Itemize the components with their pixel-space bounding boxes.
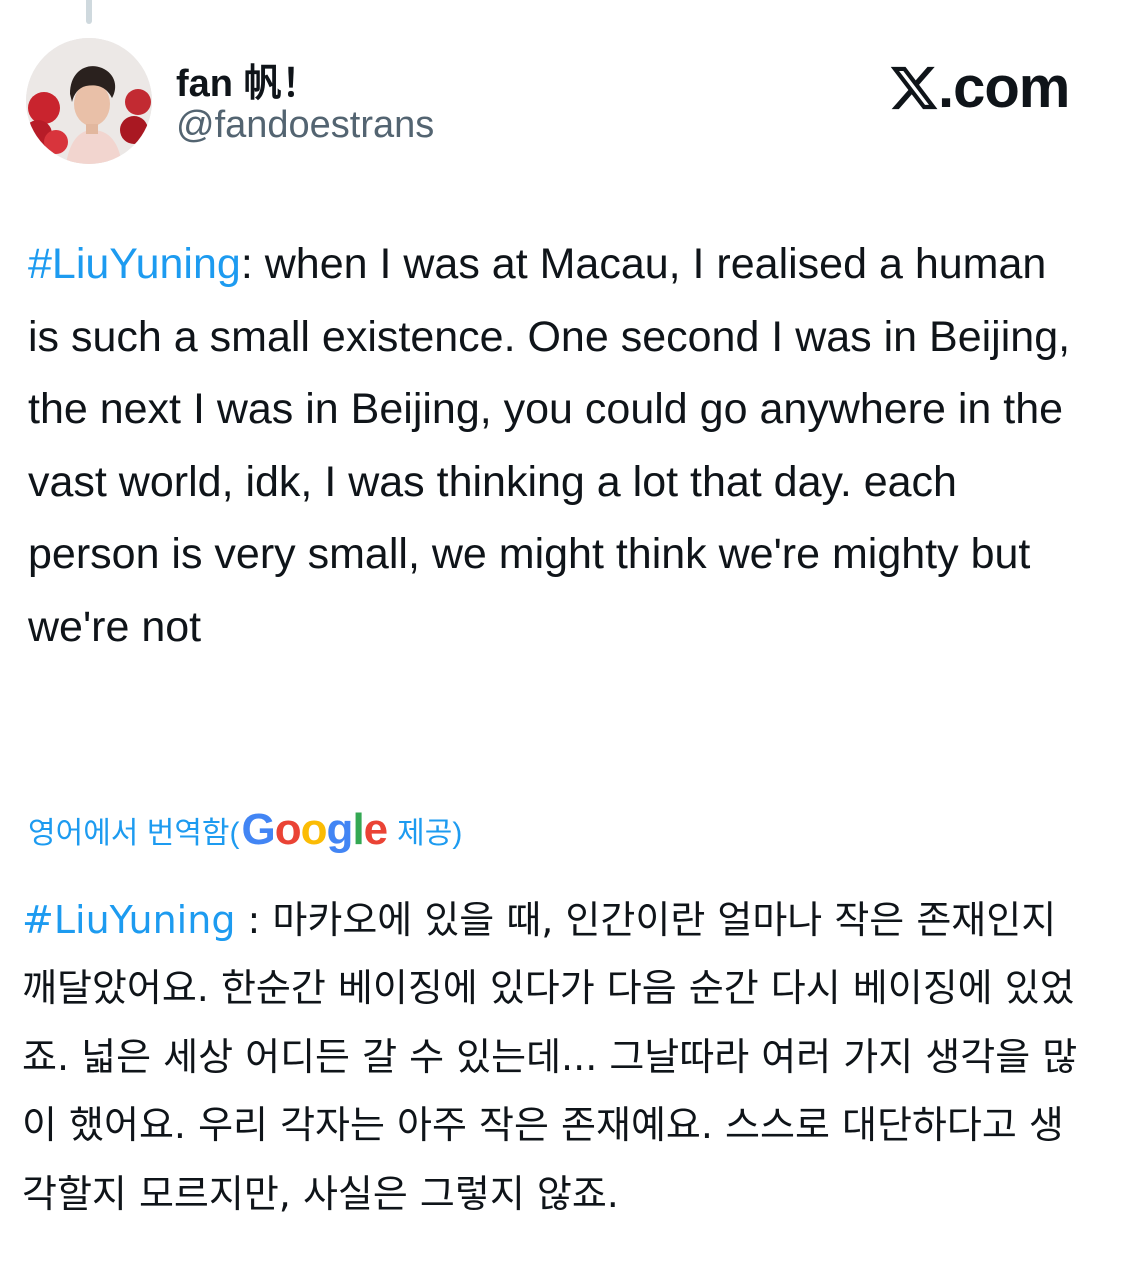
tweet-hashtag-link[interactable]: #LiuYuning <box>28 240 241 288</box>
x-domain-text: .com <box>938 55 1070 120</box>
author-handle[interactable]: @fandoestrans <box>176 104 434 147</box>
translated-tweet-text: #LiuYuning : 마카오에 있을 때, 인간이란 얼마나 작은 존재인지… <box>22 886 1082 1228</box>
google-letter: g <box>326 805 354 854</box>
translated-hashtag-link[interactable]: #LiuYuning <box>22 898 235 942</box>
tweet-body: : when I was at Macau, I realised a huma… <box>28 240 1071 651</box>
google-letter: o <box>300 805 328 854</box>
x-com-watermark: .com <box>888 55 1070 120</box>
google-logo: Google <box>241 802 389 858</box>
google-letter: o <box>274 805 302 854</box>
thread-connector-line <box>86 0 92 24</box>
translation-attribution[interactable]: 영어에서 번역함( Google 제공) <box>28 802 462 858</box>
translated-body: : 마카오에 있을 때, 인간이란 얼마나 작은 존재인지 깨달았어요. 한순간… <box>22 898 1078 1216</box>
translation-label-suffix: 제공) <box>397 817 463 850</box>
x-logo-icon <box>890 66 938 110</box>
translation-label-prefix: 영어에서 번역함( <box>28 817 240 850</box>
avatar[interactable] <box>26 38 152 164</box>
google-letter: l <box>352 805 364 854</box>
tweet-text: #LiuYuning: when I was at Macau, I reali… <box>28 228 1088 664</box>
google-letter: e <box>363 805 389 854</box>
author-display-name[interactable]: fan 帆！ <box>176 52 320 107</box>
avatar-image <box>26 38 152 164</box>
google-letter: G <box>241 805 276 854</box>
